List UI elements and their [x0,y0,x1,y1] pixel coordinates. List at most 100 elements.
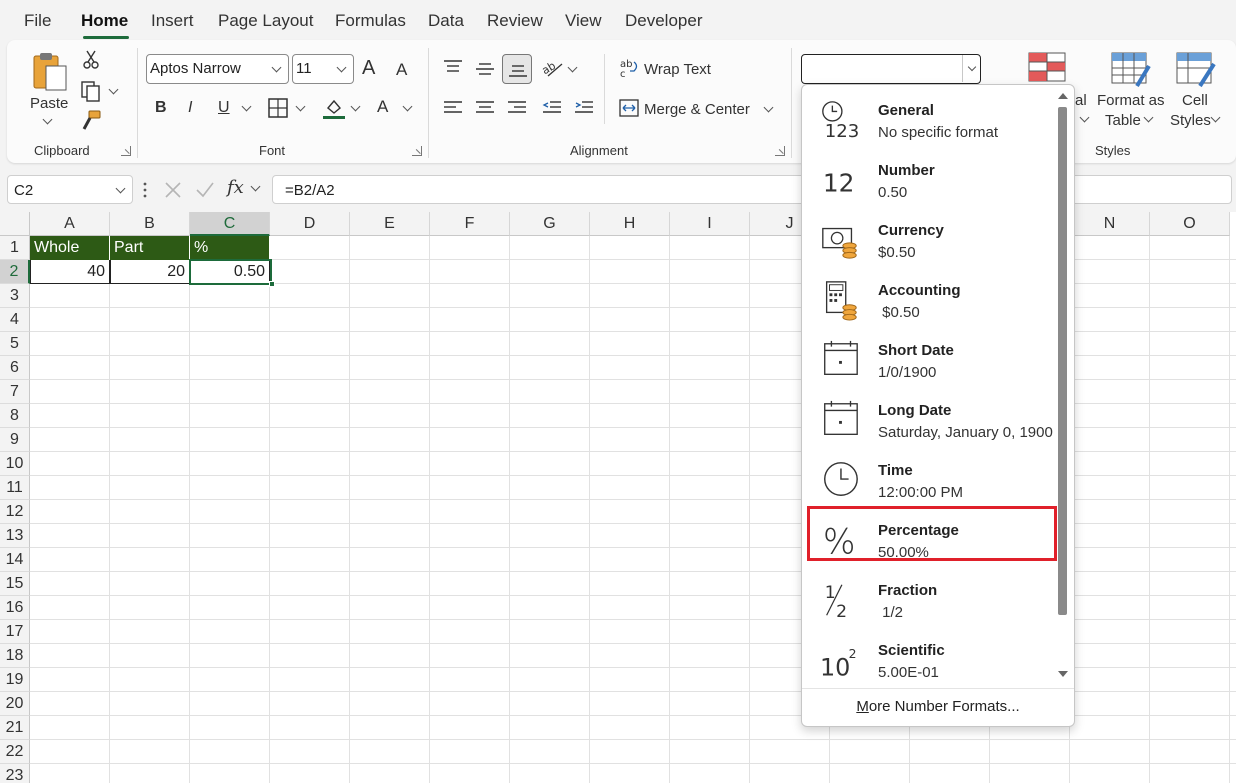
enter-check-icon[interactable] [195,181,215,199]
tab-review[interactable]: Review [487,11,543,31]
align-center-icon[interactable] [475,100,495,116]
align-left-icon[interactable] [443,100,463,116]
cell-a1[interactable]: Whole [30,236,110,260]
row-header-7[interactable]: 7 [0,380,30,404]
number-format-option-percentage[interactable]: % Percentage 50.00% [802,509,1056,569]
row-header-5[interactable]: 5 [0,332,30,356]
font-size-combo[interactable]: 11 [292,54,354,84]
copy-icon[interactable] [80,80,102,102]
scroll-down-icon[interactable] [1058,671,1068,677]
number-format-option-currency[interactable]: Currency $0.50 [802,209,1056,269]
column-header-e[interactable]: E [350,212,430,236]
font-launcher-icon[interactable] [412,146,422,156]
wrap-text-button[interactable]: Wrap Text [644,61,711,78]
cell-b2[interactable]: 20 [110,260,190,284]
format-as-table-label-1[interactable]: Format as [1097,92,1165,109]
tab-home[interactable]: Home [81,11,128,31]
row-header-2[interactable]: 2 [0,260,30,284]
tab-page-layout[interactable]: Page Layout [218,11,313,31]
orientation-icon[interactable]: ab [542,58,564,78]
column-header-o[interactable]: O [1150,212,1230,236]
merge-center-button[interactable]: Merge & Center [644,101,750,118]
wrap-text-icon[interactable]: ab c [620,58,640,78]
middle-align-icon[interactable] [475,61,495,77]
cut-icon[interactable] [82,50,100,70]
select-all-corner[interactable] [0,212,30,236]
name-box[interactable]: C2 [7,175,133,204]
alignment-launcher-icon[interactable] [775,146,785,156]
number-format-option-number[interactable]: 12 Number 0.50 [802,149,1056,209]
number-format-option-general[interactable]: 123 General No specific format [802,89,1056,149]
clipboard-launcher-icon[interactable] [121,146,131,156]
increase-indent-icon[interactable] [574,100,594,116]
insert-function-chevron-icon[interactable] [250,181,261,192]
conditional-formatting-label[interactable]: al [1075,92,1087,109]
column-header-b[interactable]: B [110,212,190,236]
column-header-d[interactable]: D [270,212,350,236]
scrollbar-thumb[interactable] [1058,107,1067,615]
number-format-option-fraction[interactable]: 1 2 Fraction 1/2 [802,569,1056,629]
number-format-dropdown-button[interactable] [962,55,980,82]
cell-b1[interactable]: Part [110,236,190,260]
format-as-table-label-2[interactable]: Table [1105,112,1141,129]
column-header-h[interactable]: H [590,212,670,236]
number-format-option-short-date[interactable]: Short Date 1/0/1900 [802,329,1056,389]
format-painter-icon[interactable] [80,110,102,132]
tab-data[interactable]: Data [428,11,464,31]
scroll-up-icon[interactable] [1058,93,1068,99]
bottom-align-button[interactable] [502,54,532,84]
tab-view[interactable]: View [565,11,602,31]
bold-button[interactable]: B [155,99,167,117]
row-header-11[interactable]: 11 [0,476,30,500]
row-header-21[interactable]: 21 [0,716,30,740]
number-format-combo[interactable] [801,54,981,84]
row-header-6[interactable]: 6 [0,356,30,380]
more-number-formats-link[interactable]: More Number Formats... [802,698,1074,715]
number-format-option-accounting[interactable]: Accounting $0.50 [802,269,1056,329]
tab-developer[interactable]: Developer [625,11,703,31]
conditional-formatting-icon[interactable] [1028,52,1066,82]
column-header-g[interactable]: G [510,212,590,236]
tab-formulas[interactable]: Formulas [335,11,406,31]
row-header-22[interactable]: 22 [0,740,30,764]
row-header-16[interactable]: 16 [0,596,30,620]
number-format-option-scientific[interactable]: 10 2 Scientific 5.00E-01 [802,629,1056,689]
row-header-19[interactable]: 19 [0,668,30,692]
row-header-3[interactable]: 3 [0,284,30,308]
formula-input[interactable]: =B2/A2 [272,175,1232,204]
paste-label[interactable]: Paste [30,95,68,112]
cell-styles-label-2[interactable]: Styles [1170,112,1211,129]
paste-icon[interactable] [30,50,70,94]
number-format-option-long-date[interactable]: Long Date Saturday, January 0, 1900 [802,389,1056,449]
borders-icon[interactable] [268,98,288,118]
column-header-a[interactable]: A [30,212,110,236]
tab-insert[interactable]: Insert [151,11,194,31]
tab-file[interactable]: File [24,11,51,31]
formula-bar-grip-icon[interactable] [142,181,148,199]
font-name-combo[interactable]: Aptos Narrow [146,54,289,84]
row-header-18[interactable]: 18 [0,644,30,668]
row-header-1[interactable]: 1 [0,236,30,260]
row-header-20[interactable]: 20 [0,692,30,716]
cancel-icon[interactable] [164,181,182,199]
row-header-10[interactable]: 10 [0,452,30,476]
merge-center-icon[interactable] [619,99,639,117]
top-align-icon[interactable] [443,59,463,75]
cell-styles-icon[interactable] [1176,52,1216,88]
cell-c1[interactable]: % [190,236,270,260]
row-header-17[interactable]: 17 [0,620,30,644]
column-header-i[interactable]: I [670,212,750,236]
column-header-c[interactable]: C [190,212,270,236]
italic-button[interactable]: I [188,99,192,117]
underline-button[interactable]: U [218,99,230,117]
row-header-12[interactable]: 12 [0,500,30,524]
row-header-8[interactable]: 8 [0,404,30,428]
column-header-f[interactable]: F [430,212,510,236]
font-color-icon[interactable]: A [377,97,388,117]
column-header-n[interactable]: N [1070,212,1150,236]
decrease-font-size-icon[interactable]: A [396,60,407,80]
cell-styles-label-1[interactable]: Cell [1182,92,1208,109]
number-format-option-time[interactable]: Time 12:00:00 PM [802,449,1056,509]
row-header-13[interactable]: 13 [0,524,30,548]
row-header-9[interactable]: 9 [0,428,30,452]
